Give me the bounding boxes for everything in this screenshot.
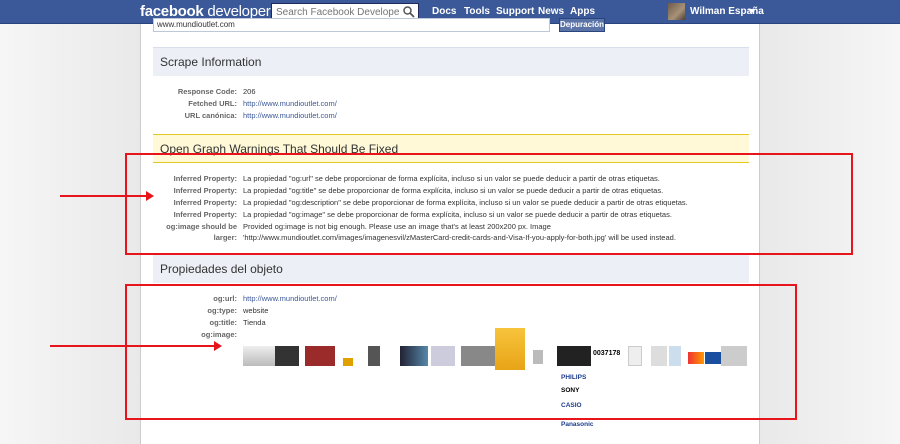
page-background-left (0, 0, 140, 444)
row-label: Fetched URL: (188, 99, 237, 108)
avatar[interactable] (668, 3, 685, 20)
scrape-section-title: Scrape Information (160, 55, 262, 69)
search-icon[interactable] (402, 5, 416, 19)
nav-docs[interactable]: Docs (432, 6, 456, 17)
object-highlight-box (125, 284, 797, 420)
row-value: 206 (243, 87, 256, 96)
scrape-section-header: Scrape Information (153, 47, 749, 76)
row-label: URL canónica: (184, 111, 237, 120)
arrow-icon (60, 191, 154, 201)
object-section-title: Propiedades del objeto (160, 262, 283, 276)
canonical-url-link[interactable]: http://www.mundioutlet.com/ (243, 110, 753, 121)
debug-button[interactable]: Depuración (559, 18, 605, 32)
url-input[interactable]: www.mundioutlet.com (153, 18, 550, 32)
nav-apps[interactable]: Apps (570, 6, 595, 17)
nav-tools[interactable]: Tools (464, 6, 490, 17)
nav-news[interactable]: News (538, 6, 564, 17)
chevron-down-icon[interactable] (748, 9, 756, 13)
object-section-header: Propiedades del objeto (153, 254, 749, 283)
brand-panasonic: Panasonic (561, 421, 594, 428)
row-label: Response Code: (177, 87, 237, 96)
fetched-url-link[interactable]: http://www.mundioutlet.com/ (243, 98, 753, 109)
warnings-highlight-box (125, 153, 853, 255)
nav-support[interactable]: Support (496, 6, 534, 17)
arrow-icon (50, 341, 222, 351)
